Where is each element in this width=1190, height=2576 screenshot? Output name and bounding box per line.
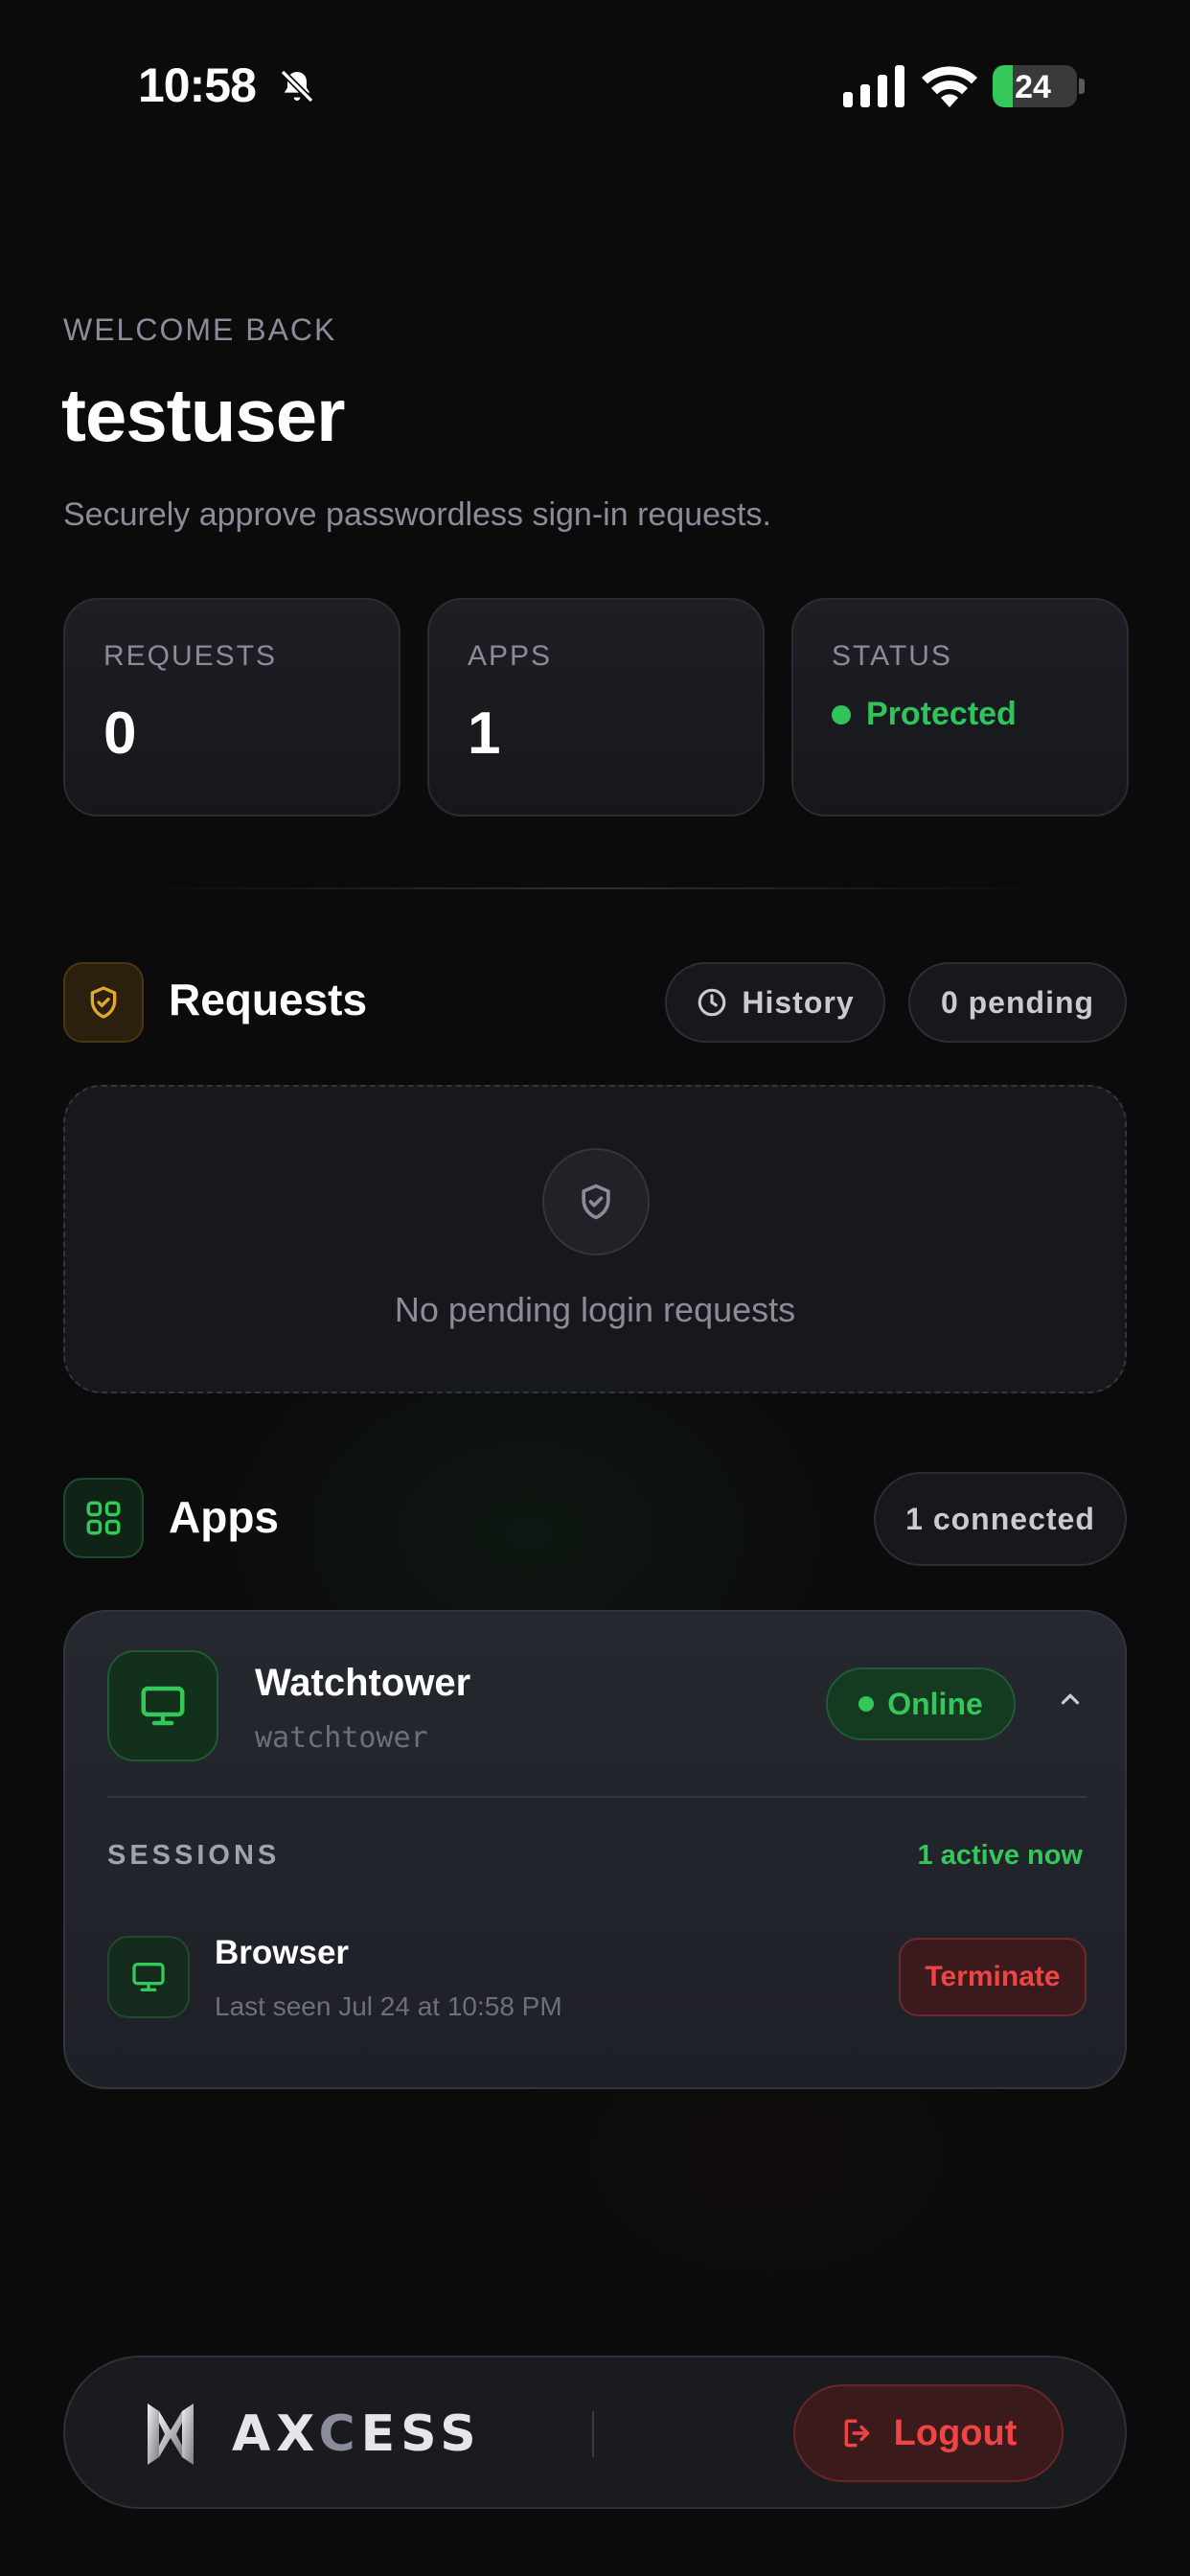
connected-label: 1 connected xyxy=(905,1501,1095,1536)
welcome-label: WELCOME BACK xyxy=(63,312,337,347)
page-title: testuser xyxy=(61,373,345,457)
app-name: Watchtower xyxy=(255,1662,471,1704)
clock-icon xyxy=(698,988,726,1017)
history-label: History xyxy=(742,984,855,1020)
monitor-icon xyxy=(107,1936,190,2018)
shield-check-icon xyxy=(542,1148,650,1255)
stat-value: 1 xyxy=(468,701,501,767)
history-button[interactable]: History xyxy=(665,962,885,1043)
session-name: Browser xyxy=(215,1934,350,1971)
stat-label: STATUS xyxy=(832,640,952,672)
app-slug: watchtower xyxy=(255,1721,428,1755)
empty-requests-panel: No pending login requests xyxy=(63,1085,1127,1393)
status-time: 10:58 xyxy=(138,58,257,112)
stat-card-status: STATUS Protected xyxy=(791,598,1129,816)
status-dot xyxy=(832,704,851,724)
apps-section-title: Apps xyxy=(169,1492,279,1542)
status-text: Protected xyxy=(866,696,1017,732)
shield-check-icon xyxy=(63,962,144,1043)
stat-label: REQUESTS xyxy=(103,640,278,672)
pending-count-badge: 0 pending xyxy=(908,962,1127,1043)
online-dot xyxy=(858,1696,875,1712)
chevron-up-icon[interactable] xyxy=(1056,1685,1085,1714)
axcess-logo-icon xyxy=(148,2404,194,2465)
axcess-logo-text: AXCESS xyxy=(232,2405,482,2463)
grid-icon xyxy=(63,1478,144,1558)
logout-icon xyxy=(844,2419,869,2448)
online-status-badge: Online xyxy=(826,1668,1016,1740)
connected-count-badge: 1 connected xyxy=(874,1472,1127,1566)
empty-state-text: No pending login requests xyxy=(394,1290,796,1329)
stat-label: APPS xyxy=(468,640,553,672)
session-last-seen: Last seen Jul 24 at 10:58 PM xyxy=(215,1991,562,2021)
app-card-watchtower[interactable]: Watchtower watchtower Online SESSIONS 1 … xyxy=(63,1610,1127,2089)
online-label: Online xyxy=(887,1686,983,1721)
status-indicator: Protected xyxy=(832,696,1017,733)
active-sessions-count: 1 active now xyxy=(917,1840,1083,1871)
stat-card-apps: APPS 1 xyxy=(427,598,765,816)
bell-slash-icon xyxy=(280,69,314,104)
battery-cap xyxy=(1079,79,1085,94)
logout-label: Logout xyxy=(893,2412,1018,2453)
cellular-signal-icon xyxy=(843,65,904,107)
stat-value: 0 xyxy=(103,701,137,767)
status-bar: 10:58 24 xyxy=(0,0,1190,172)
logo-text-part: AX xyxy=(232,2405,319,2463)
card-divider xyxy=(107,1796,1087,1798)
monitor-icon xyxy=(107,1650,218,1761)
stat-card-requests: REQUESTS 0 xyxy=(63,598,400,816)
section-divider xyxy=(144,887,1044,889)
logout-button[interactable]: Logout xyxy=(793,2384,1064,2482)
bar-separator xyxy=(592,2411,594,2457)
logo-text-part: ESS xyxy=(360,2405,482,2463)
sessions-label: SESSIONS xyxy=(107,1840,281,1871)
wifi-icon xyxy=(922,66,977,107)
battery-level: 24 xyxy=(1015,69,1051,105)
requests-section-title: Requests xyxy=(169,975,368,1024)
page-subtitle: Securely approve passwordless sign-in re… xyxy=(63,496,771,533)
terminate-button[interactable]: Terminate xyxy=(899,1938,1087,2016)
pending-label: 0 pending xyxy=(940,984,1095,1020)
bottom-bar: AXCESS Logout xyxy=(63,2356,1127,2509)
logo-text-part: C xyxy=(318,2405,361,2463)
battery-icon: 24 xyxy=(993,65,1077,107)
